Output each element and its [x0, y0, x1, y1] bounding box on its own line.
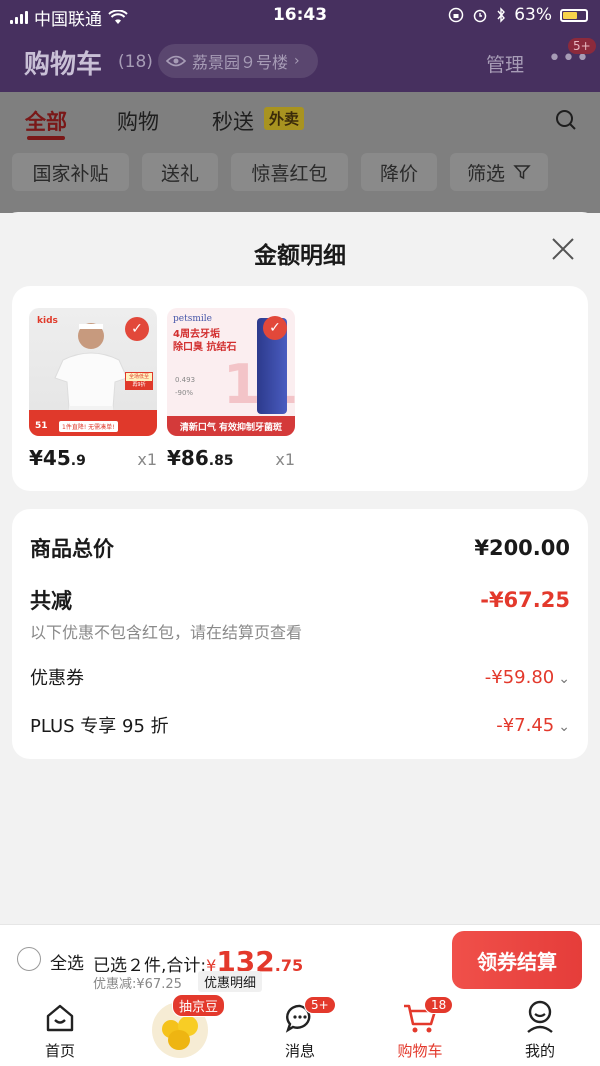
tab-all[interactable]: 全部 [25, 106, 67, 136]
product-quantity: x1 [275, 450, 295, 469]
discount-detail-link[interactable]: 优惠明细 [198, 971, 263, 992]
products-card: kids 全场低至 再9折 51 1件直降! 无需凑单! ✓ ¥45.9 x1 … [12, 286, 588, 491]
more-badge: 5+ [568, 38, 596, 54]
profile-icon [527, 1000, 553, 1033]
coupon-row[interactable]: 优惠券 -¥59.80 ⌄ [30, 664, 570, 690]
jingdou-badge: 抽京豆 [172, 994, 226, 1017]
check-icon[interactable]: ✓ [125, 317, 149, 341]
checkout-button[interactable]: 领券结算 [452, 931, 582, 989]
chevron-right-icon: › [294, 53, 300, 69]
filter-chips: 国家补贴 送礼 惊喜红包 降价 筛选 [0, 147, 600, 213]
product-item[interactable]: kids 全场低至 再9折 51 1件直降! 无需凑单! ✓ ¥45.9 x1 [29, 308, 157, 470]
promo-banner: 清新口气 有效抑制牙菌斑 [179, 423, 283, 433]
select-all-radio[interactable] [17, 947, 41, 971]
nav-home-label: 首页 [44, 1042, 75, 1060]
promo-banner: 1件直降! 无需凑单! [59, 421, 118, 432]
chip-price-drop[interactable]: 降价 [361, 153, 437, 191]
chevron-down-icon: ⌄ [558, 718, 570, 735]
product-price: ¥45 [29, 446, 71, 470]
chevron-down-icon: ⌄ [558, 670, 570, 687]
product-price-decimal: .9 [70, 453, 86, 469]
promo-tag-2: 再9折 [126, 381, 152, 389]
product-image: petsmile 4周去牙垢 除口臭 抗结石 0.493 -90% 11 清新口… [167, 308, 295, 436]
cart-count: (18) [118, 52, 153, 72]
reduce-value: -¥67.25 [480, 588, 570, 612]
chip-subsidy[interactable]: 国家补贴 [12, 153, 129, 191]
chip-filter-label: 筛选 [466, 162, 505, 185]
promo-line-1: 4周去牙垢 [173, 329, 220, 340]
product-quantity: x1 [137, 450, 157, 469]
chip-red-packet[interactable]: 惊喜红包 [231, 153, 348, 191]
plus-label: PLUS 专享 95 折 [30, 716, 169, 737]
chip-gift[interactable]: 送礼 [142, 153, 218, 191]
chip-filter[interactable]: 筛选 [450, 153, 548, 191]
total-label: 商品总价 [30, 537, 114, 561]
sheet-title: 金额明细 [254, 243, 346, 269]
nav-messages-label: 消息 [284, 1042, 315, 1060]
brand-logo: petsmile [173, 314, 212, 324]
product-item[interactable]: petsmile 4周去牙垢 除口臭 抗结石 0.493 -90% 11 清新口… [167, 308, 295, 470]
reduce-note: 以下优惠不包含红包，请在结算页查看 [30, 623, 303, 642]
product-price: ¥86 [167, 446, 209, 470]
orientation-lock-icon [448, 7, 464, 23]
app-header: 中国联通 16:43 63% 购物车 (18) 荔景园９号楼 › 管理 ••• … [0, 0, 600, 92]
coupon-label: 优惠券 [30, 668, 84, 689]
amount-detail-sheet: 金额明细 kids 全场低至 再9折 51 1件直降! 无需凑单! ✓ ¥45 … [0, 212, 600, 924]
product-price-decimal: .85 [208, 453, 234, 469]
tab-instant[interactable]: 秒送 [212, 106, 254, 136]
checkout-bar: 全选 已选２件,合计: ¥ 132 .75 优惠减:¥67.25 优惠明细 领券… [0, 924, 600, 994]
nav-cart-label: 购物车 [397, 1042, 443, 1060]
total-amount-decimal: .75 [274, 956, 304, 975]
bluetooth-icon [497, 7, 506, 23]
nav-profile-label: 我的 [524, 1042, 555, 1060]
tab-shopping[interactable]: 购物 [117, 106, 159, 136]
promo-tag-1: 全场低至 [128, 374, 149, 380]
location-label: 荔景园９号楼 [192, 53, 289, 72]
close-icon[interactable] [550, 236, 576, 262]
check-icon[interactable]: ✓ [263, 316, 287, 340]
search-icon[interactable] [555, 109, 577, 131]
location-selector[interactable]: 荔景园９号楼 › [158, 44, 318, 78]
price-breakdown-card: 商品总价 ¥200.00 共减 -¥67.25 以下优惠不包含红包，请在结算页查… [12, 509, 588, 759]
plus-discount-row[interactable]: PLUS 专享 95 折 -¥7.45 ⌄ [30, 712, 570, 738]
product-image: kids 全场低至 再9折 51 1件直降! 无需凑单! ✓ [29, 308, 157, 436]
plus-value: -¥7.45 [496, 714, 555, 736]
spec-value-2: -90% [175, 389, 194, 397]
alarm-icon [473, 9, 487, 23]
messages-badge: 5+ [304, 996, 336, 1014]
tab-indicator [27, 136, 65, 140]
bottom-nav: 首页 抽京豆 5+ 消息 18 购物车 我的 [0, 994, 600, 1066]
battery-icon [560, 8, 588, 22]
promo-number: 51 [35, 421, 48, 431]
page-title: 购物车 [24, 50, 103, 80]
battery-percent: 63% [514, 5, 552, 25]
coupon-value: -¥59.80 [484, 666, 555, 688]
discount-summary: 优惠减:¥67.25 [93, 977, 182, 992]
cart-badge: 18 [424, 996, 454, 1014]
manage-button[interactable]: 管理 [486, 50, 524, 77]
takeaway-badge: 外卖 [264, 107, 305, 130]
reduce-label: 共减 [30, 589, 72, 613]
home-icon [46, 1004, 74, 1032]
spec-value-1: 0.493 [175, 376, 196, 384]
total-value: ¥200.00 [474, 536, 570, 560]
status-bar: 中国联通 16:43 63% [0, 0, 600, 30]
eye-icon [166, 55, 186, 67]
select-all-label[interactable]: 全选 [50, 949, 84, 974]
filter-icon [513, 165, 531, 180]
